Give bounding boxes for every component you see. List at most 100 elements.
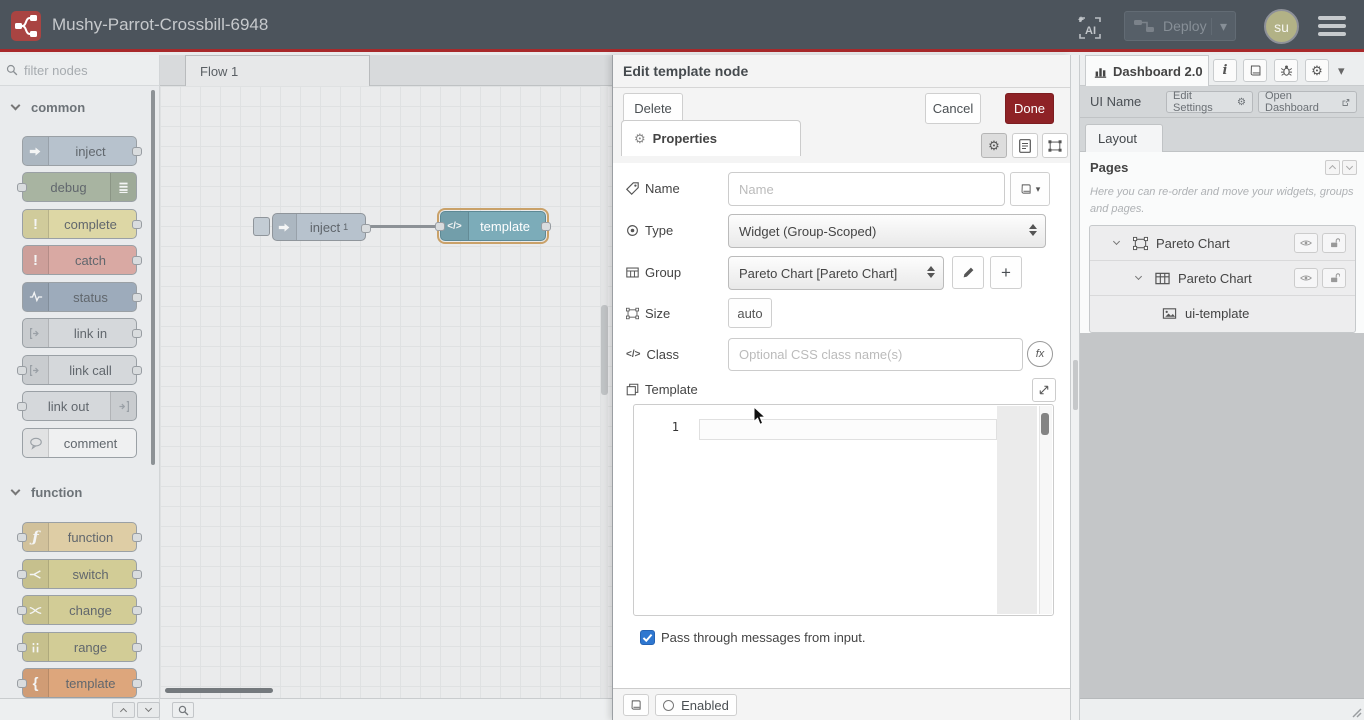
table-icon: [626, 266, 639, 279]
link-out-icon: [110, 392, 136, 420]
output-port: [132, 366, 142, 375]
complete-icon: !: [23, 210, 49, 238]
edit-settings-button[interactable]: Edit Settings ⚙: [1166, 91, 1253, 113]
deploy-button[interactable]: Deploy ▾: [1124, 11, 1236, 41]
pages-title: Pages: [1090, 160, 1128, 175]
type-select[interactable]: Widget (Group-Scoped): [728, 214, 1046, 248]
size-button[interactable]: auto: [728, 298, 772, 328]
output-port: [132, 220, 142, 229]
canvas-node-ui-template[interactable]: </> template: [440, 211, 546, 241]
palette-node-switch[interactable]: switch: [22, 559, 137, 589]
palette-collapse-all-button[interactable]: [112, 702, 135, 718]
palette-scrollbar[interactable]: [151, 90, 155, 465]
cancel-button[interactable]: Cancel: [925, 93, 981, 124]
info-tab-button[interactable]: i: [1213, 59, 1237, 82]
palette-node-catch[interactable]: ! catch: [22, 245, 137, 275]
canvas-vertical-scrollbar-thumb[interactable]: [601, 305, 608, 395]
done-button[interactable]: Done: [1005, 93, 1054, 124]
tab-dashboard-2[interactable]: Dashboard 2.0: [1085, 55, 1209, 86]
tray-footer: Enabled: [613, 688, 1070, 720]
description-view-button[interactable]: [1012, 133, 1038, 158]
palette-node-link-in[interactable]: link in: [22, 318, 137, 348]
tree-row-page-pareto-chart[interactable]: Pareto Chart: [1090, 226, 1355, 261]
chevron-down-icon[interactable]: [1113, 238, 1120, 245]
palette-category-common[interactable]: common: [0, 95, 150, 119]
copy-icon: [626, 383, 639, 396]
ai-assistant-button[interactable]: AI: [1072, 10, 1106, 44]
input-port[interactable]: [435, 222, 445, 231]
palette-node-comment[interactable]: comment: [22, 428, 137, 458]
library-button[interactable]: [623, 694, 649, 716]
output-port[interactable]: [541, 222, 551, 231]
visibility-toggle-button[interactable]: [1294, 233, 1318, 253]
class-input[interactable]: [728, 338, 1023, 371]
name-input[interactable]: [728, 172, 1005, 206]
debug-tab-button[interactable]: [1274, 59, 1298, 82]
template-code-editor[interactable]: 1: [633, 404, 1054, 616]
tab-properties[interactable]: ⚙ Properties: [621, 120, 801, 156]
lock-toggle-button[interactable]: [1322, 233, 1346, 253]
config-tab-button[interactable]: ⚙: [1305, 59, 1329, 82]
properties-view-button[interactable]: ⚙: [981, 133, 1007, 158]
tab-flow-1[interactable]: Flow 1: [185, 55, 370, 86]
book-icon: [630, 699, 642, 711]
editor-scrollbar[interactable]: [1039, 406, 1052, 614]
canvas-node-inject[interactable]: inject 1: [272, 213, 366, 241]
name-library-button[interactable]: ▾: [1010, 172, 1050, 206]
canvas-horizontal-scrollbar-thumb[interactable]: [165, 688, 273, 693]
pages-collapse-button[interactable]: [1325, 160, 1340, 175]
deploy-label: Deploy: [1163, 18, 1207, 34]
passthrough-checkbox[interactable]: [640, 630, 655, 645]
palette-category-function[interactable]: function: [0, 480, 150, 504]
tray-splitter[interactable]: [1070, 55, 1080, 720]
caret-down-icon: ▾: [1036, 184, 1041, 195]
palette-node-status[interactable]: status: [22, 282, 137, 312]
group-select[interactable]: Pareto Chart [Pareto Chart]: [728, 256, 944, 290]
output-port[interactable]: [361, 224, 371, 233]
eye-icon: [1300, 272, 1312, 284]
user-avatar[interactable]: su: [1264, 9, 1299, 44]
inject-trigger-button[interactable]: [253, 217, 270, 236]
palette-node-range[interactable]: range: [22, 632, 137, 662]
open-dashboard-button[interactable]: Open Dashboard: [1258, 91, 1357, 113]
lock-toggle-button[interactable]: [1322, 268, 1346, 288]
tray-title: Edit template node: [613, 55, 1070, 88]
template-field-label: Template: [626, 382, 698, 397]
sidebar-menu-caret[interactable]: ▾: [1338, 63, 1345, 79]
canvas-zoom-search-button[interactable]: [172, 702, 194, 718]
palette-node-link-call[interactable]: link call: [22, 355, 137, 385]
pages-expand-button[interactable]: [1342, 160, 1357, 175]
palette-node-complete[interactable]: ! complete: [22, 209, 137, 239]
palette-search[interactable]: [0, 55, 159, 86]
input-port: [17, 679, 27, 688]
visibility-toggle-button[interactable]: [1294, 268, 1318, 288]
deploy-options-caret[interactable]: ▾: [1211, 18, 1235, 35]
enabled-toggle-button[interactable]: Enabled: [655, 694, 737, 716]
palette-node-function[interactable]: ƒ function: [22, 522, 137, 552]
editor-scrollbar-thumb[interactable]: [1041, 413, 1049, 435]
tree-row-group-pareto-chart[interactable]: Pareto Chart: [1090, 261, 1355, 296]
edit-group-button[interactable]: [952, 256, 984, 289]
magnifier-icon: [178, 705, 189, 716]
main-menu-button[interactable]: [1318, 16, 1346, 36]
palette-node-change[interactable]: change: [22, 595, 137, 625]
wire-inject-to-template[interactable]: [369, 225, 443, 228]
add-group-button[interactable]: +: [990, 256, 1022, 289]
flow-canvas[interactable]: inject 1 </> template: [160, 86, 612, 698]
class-fx-button[interactable]: fx: [1027, 341, 1053, 367]
tree-row-widget-ui-template[interactable]: ui-template: [1090, 296, 1355, 331]
palette-node-debug[interactable]: debug: [22, 172, 137, 202]
appearance-view-button[interactable]: [1042, 133, 1068, 158]
expand-editor-button[interactable]: [1032, 378, 1056, 402]
palette-node-template[interactable]: { template: [22, 668, 137, 698]
palette-node-inject[interactable]: inject: [22, 136, 137, 166]
link-in-icon: [23, 319, 49, 347]
chevron-down-icon[interactable]: [1135, 273, 1142, 280]
tray-scrollbar-thumb[interactable]: [1073, 360, 1078, 410]
filter-nodes-input[interactable]: [22, 62, 142, 79]
palette-node-link-out[interactable]: link out: [22, 391, 137, 421]
resize-grip-icon[interactable]: [1350, 706, 1362, 718]
tab-layout[interactable]: Layout: [1085, 124, 1163, 152]
palette-expand-all-button[interactable]: [137, 702, 160, 718]
help-tab-button[interactable]: [1243, 59, 1267, 82]
